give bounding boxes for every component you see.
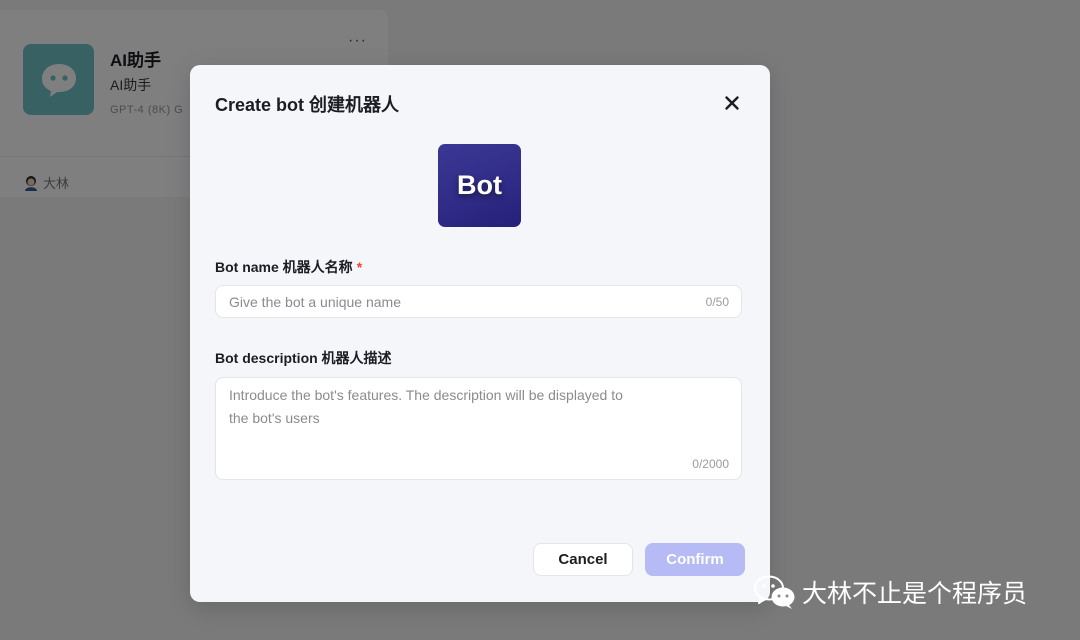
create-bot-dialog: Create bot 创建机器人 Bot Bot name 机器人名称 * Giv… [190, 65, 770, 602]
dialog-title: Create bot 创建机器人 [215, 95, 400, 115]
bot-description-label: Bot description 机器人描述 [215, 350, 392, 366]
watermark-text: 大林不止是个程序员 [802, 580, 1028, 608]
bot-logo-text: Bot [457, 170, 502, 200]
bot-name-placeholder: Give the bot a unique name [229, 294, 402, 310]
bot-logo[interactable]: Bot [438, 144, 521, 227]
bot-description-placeholder-line1: Introduce the bot's features. The descri… [229, 387, 623, 403]
close-icon [725, 96, 739, 110]
bot-name-label-text: Bot name 机器人名称 [215, 259, 353, 275]
bot-description-counter: 0/2000 [692, 457, 729, 471]
cancel-button[interactable]: Cancel [533, 543, 633, 576]
bot-name-label: Bot name 机器人名称 * [215, 257, 362, 277]
bot-description-placeholder-line2: the bot's users [229, 410, 320, 426]
bot-description-textarea[interactable]: Introduce the bot's features. The descri… [215, 377, 742, 480]
confirm-button[interactable]: Confirm [645, 543, 745, 576]
required-mark: * [356, 259, 363, 275]
wechat-icon [754, 575, 795, 609]
close-button[interactable] [722, 93, 742, 113]
bot-name-counter: 0/50 [705, 295, 729, 309]
bot-name-input[interactable]: Give the bot a unique name 0/50 [215, 285, 742, 318]
watermark: 大林不止是个程序员 [752, 574, 1027, 610]
